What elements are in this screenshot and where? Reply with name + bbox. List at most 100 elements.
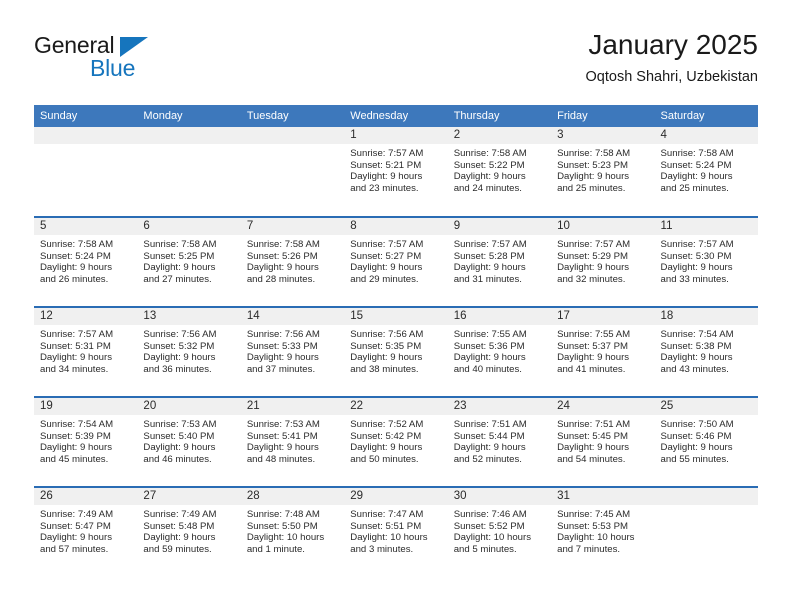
calendar-day-cell[interactable]: 16 Sunrise: 7:55 AM Sunset: 5:36 PM Dayligh… — [447, 306, 552, 397]
generalblue-logo[interactable]: General Blue — [34, 32, 254, 90]
daylight-text: Daylight: 10 hours — [350, 532, 428, 544]
calendar-day-cell[interactable]: 1 Sunrise: 7:57 AM Sunset: 5:21 PM Daylight… — [344, 127, 448, 217]
daylight-text: and 38 minutes. — [350, 363, 419, 375]
day-number: 5 — [34, 218, 138, 235]
day-details: Sunrise: 7:55 AM Sunset: 5:37 PM Daylight:… — [551, 325, 654, 375]
daylight-text: Daylight: 9 hours — [557, 262, 630, 274]
day-details: Sunrise: 7:50 AM Sunset: 5:46 PM Daylight:… — [655, 415, 758, 465]
daylight-text: and 34 minutes. — [40, 363, 109, 375]
daylight-text: Daylight: 10 hours — [557, 532, 635, 544]
day-number: 24 — [551, 398, 655, 415]
day-number: 29 — [344, 488, 448, 505]
calendar-day-cell[interactable]: 18 Sunrise: 7:54 AM Sunset: 5:38 PM Dayligh… — [654, 306, 758, 397]
sunrise-text: Sunrise: 7:58 AM — [453, 148, 527, 159]
sunrise-text: Sunrise: 7:57 AM — [453, 239, 527, 250]
day-details: Sunrise: 7:58 AM Sunset: 5:25 PM Daylight:… — [137, 235, 240, 285]
calendar-day-cell[interactable]: 8 Sunrise: 7:57 AM Sunset: 5:27 PM Daylight… — [344, 216, 448, 307]
sunset-text: Sunset: 5:46 PM — [660, 430, 732, 442]
calendar-day-cell[interactable]: 31 Sunrise: 7:45 AM Sunset: 5:53 PM Dayligh… — [551, 486, 655, 577]
daylight-text: and 31 minutes. — [453, 273, 522, 285]
sunrise-text: Sunrise: 7:49 AM — [40, 509, 114, 520]
day-details — [137, 144, 240, 148]
sunrise-text: Sunrise: 7:57 AM — [557, 239, 631, 250]
calendar-day-cell[interactable]: 15 Sunrise: 7:56 AM Sunset: 5:35 PM Dayligh… — [344, 306, 448, 397]
calendar-day-cell[interactable]: 29 Sunrise: 7:47 AM Sunset: 5:51 PM Dayligh… — [344, 486, 448, 577]
weekday-header-monday: Monday — [137, 105, 241, 127]
weekday-header-sunday: Sunday — [34, 105, 138, 127]
sunset-text: Sunset: 5:32 PM — [143, 340, 215, 352]
calendar-day-cell[interactable]: 14 Sunrise: 7:56 AM Sunset: 5:33 PM Dayligh… — [240, 306, 345, 397]
calendar-day-cell[interactable]: 7 Sunrise: 7:58 AM Sunset: 5:26 PM Daylight… — [240, 216, 345, 307]
calendar-day-cell[interactable]: 6 Sunrise: 7:58 AM Sunset: 5:25 PM Daylight… — [137, 216, 241, 307]
day-number: 7 — [240, 218, 345, 235]
calendar-day-cell[interactable]: 28 Sunrise: 7:48 AM Sunset: 5:50 PM Dayligh… — [240, 486, 345, 577]
daylight-text: Daylight: 9 hours — [350, 352, 423, 364]
day-number: 25 — [654, 398, 758, 415]
calendar-day-cell[interactable]: 3 Sunrise: 7:58 AM Sunset: 5:23 PM Daylight… — [551, 127, 655, 217]
day-details: Sunrise: 7:56 AM Sunset: 5:32 PM Daylight:… — [137, 325, 240, 375]
day-details: Sunrise: 7:55 AM Sunset: 5:36 PM Daylight:… — [448, 325, 551, 375]
calendar-day-cell[interactable]: 27 Sunrise: 7:49 AM Sunset: 5:48 PM Dayligh… — [137, 486, 241, 577]
calendar-day-cell[interactable]: 25 Sunrise: 7:50 AM Sunset: 5:46 PM Dayligh… — [654, 396, 758, 487]
sunset-text: Sunset: 5:39 PM — [40, 430, 111, 442]
daylight-text: and 3 minutes. — [350, 543, 414, 555]
calendar-day-cell[interactable]: 9 Sunrise: 7:57 AM Sunset: 5:28 PM Daylight… — [447, 216, 552, 307]
calendar-day-cell[interactable]: 23 Sunrise: 7:51 AM Sunset: 5:44 PM Dayligh… — [447, 396, 552, 487]
daylight-text: Daylight: 9 hours — [557, 442, 630, 454]
calendar-day-cell[interactable]: 19 Sunrise: 7:54 AM Sunset: 5:39 PM Dayligh… — [34, 396, 138, 487]
calendar-day-cell[interactable]: 20 Sunrise: 7:53 AM Sunset: 5:40 PM Dayligh… — [137, 396, 241, 487]
calendar-day-cell[interactable]: 17 Sunrise: 7:55 AM Sunset: 5:37 PM Dayligh… — [551, 306, 655, 397]
calendar-day-cell[interactable]: 24 Sunrise: 7:51 AM Sunset: 5:45 PM Dayligh… — [551, 396, 655, 487]
daylight-text: and 54 minutes. — [557, 453, 626, 465]
daylight-text: and 59 minutes. — [143, 543, 212, 555]
day-details: Sunrise: 7:48 AM Sunset: 5:50 PM Daylight:… — [241, 505, 344, 555]
day-details: Sunrise: 7:57 AM Sunset: 5:31 PM Daylight:… — [34, 325, 137, 375]
daylight-text: Daylight: 9 hours — [246, 262, 319, 274]
calendar-day-cell[interactable]: 21 Sunrise: 7:53 AM Sunset: 5:41 PM Dayligh… — [240, 396, 345, 487]
daylight-text: Daylight: 9 hours — [453, 442, 526, 454]
sunrise-text: Sunrise: 7:52 AM — [350, 419, 424, 430]
daylight-text: and 50 minutes. — [350, 453, 419, 465]
daylight-text: Daylight: 9 hours — [246, 442, 319, 454]
sunset-text: Sunset: 5:26 PM — [246, 250, 318, 262]
sunrise-text: Sunrise: 7:56 AM — [246, 329, 320, 340]
calendar-day-cell[interactable]: 10 Sunrise: 7:57 AM Sunset: 5:29 PM Dayligh… — [551, 216, 655, 307]
calendar-day-cell[interactable]: 30 Sunrise: 7:46 AM Sunset: 5:52 PM Dayligh… — [447, 486, 552, 577]
sunrise-text: Sunrise: 7:56 AM — [143, 329, 217, 340]
calendar-day-cell-empty — [654, 486, 758, 577]
calendar-day-cell[interactable]: 13 Sunrise: 7:56 AM Sunset: 5:32 PM Dayligh… — [137, 306, 241, 397]
calendar-day-cell-empty — [240, 127, 345, 217]
weekday-header-thursday: Thursday — [447, 105, 552, 127]
sunrise-text: Sunrise: 7:58 AM — [660, 148, 734, 159]
day-number: 12 — [34, 308, 138, 325]
daylight-text: and 40 minutes. — [453, 363, 522, 375]
day-number: 30 — [447, 488, 552, 505]
calendar-day-cell[interactable]: 12 Sunrise: 7:57 AM Sunset: 5:31 PM Dayligh… — [34, 306, 138, 397]
sunset-text: Sunset: 5:51 PM — [350, 520, 422, 532]
day-details: Sunrise: 7:47 AM Sunset: 5:51 PM Daylight:… — [344, 505, 447, 555]
day-number: 27 — [137, 488, 241, 505]
day-number: 23 — [447, 398, 552, 415]
calendar-day-cell[interactable]: 4 Sunrise: 7:58 AM Sunset: 5:24 PM Daylight… — [654, 127, 758, 217]
day-details: Sunrise: 7:58 AM Sunset: 5:23 PM Daylight:… — [551, 144, 654, 194]
sunset-text: Sunset: 5:45 PM — [557, 430, 629, 442]
sunrise-text: Sunrise: 7:53 AM — [246, 419, 320, 430]
calendar-day-cell[interactable]: 26 Sunrise: 7:49 AM Sunset: 5:47 PM Dayligh… — [34, 486, 138, 577]
day-number: 19 — [34, 398, 138, 415]
day-details: Sunrise: 7:53 AM Sunset: 5:40 PM Daylight:… — [137, 415, 240, 465]
calendar-day-cell[interactable]: 5 Sunrise: 7:58 AM Sunset: 5:24 PM Daylight… — [34, 216, 138, 307]
calendar-week-row: 5 Sunrise: 7:58 AM Sunset: 5:24 PM Daylight… — [34, 216, 758, 307]
sunset-text: Sunset: 5:36 PM — [453, 340, 525, 352]
calendar-day-cell[interactable]: 11 Sunrise: 7:57 AM Sunset: 5:30 PM Dayligh… — [654, 216, 758, 307]
day-number: 11 — [654, 218, 758, 235]
calendar-day-cell[interactable]: 22 Sunrise: 7:52 AM Sunset: 5:42 PM Dayligh… — [344, 396, 448, 487]
sunrise-text: Sunrise: 7:51 AM — [557, 419, 631, 430]
daylight-text: Daylight: 9 hours — [557, 171, 630, 183]
sunset-text: Sunset: 5:22 PM — [453, 159, 525, 171]
sunset-text: Sunset: 5:30 PM — [660, 250, 732, 262]
calendar-day-cell[interactable]: 2 Sunrise: 7:58 AM Sunset: 5:22 PM Daylight… — [447, 127, 552, 217]
day-details: Sunrise: 7:57 AM Sunset: 5:27 PM Daylight:… — [344, 235, 447, 285]
sunset-text: Sunset: 5:41 PM — [246, 430, 318, 442]
day-number: 1 — [344, 127, 448, 144]
calendar-grid: Sunday Monday Tuesday Wednesday Thursday Frid… — [34, 105, 758, 577]
